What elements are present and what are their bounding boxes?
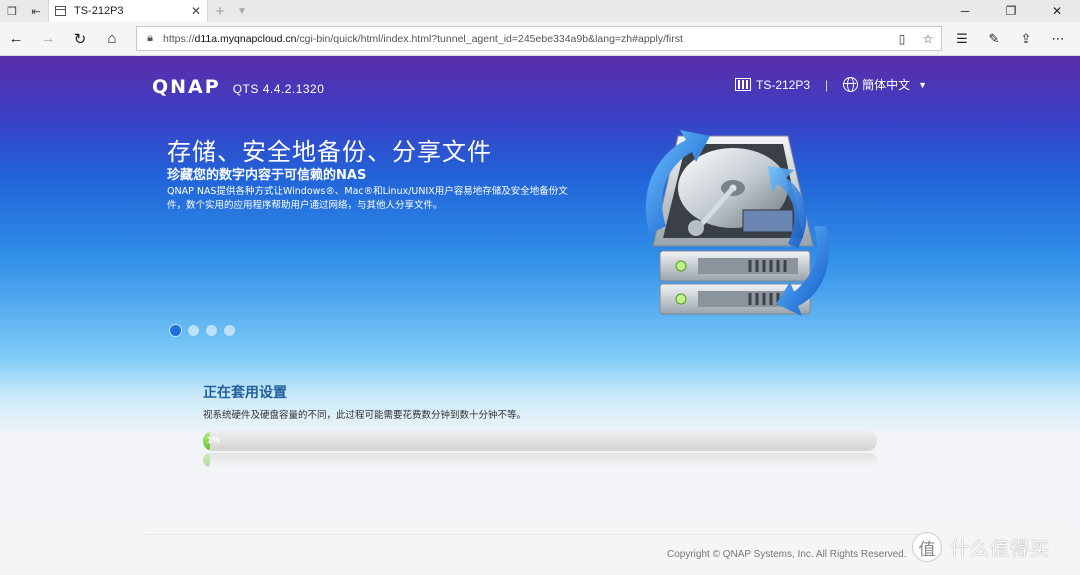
qnap-logo: QNAP: [152, 76, 221, 98]
carousel-dot[interactable]: [188, 325, 199, 336]
header-right: TS-212P3 | 簡体中文 ▼: [735, 76, 927, 93]
arrow-left-icon: ←: [8, 30, 24, 47]
qnap-setup-page: QNAP QTS 4.4.2.1320 TS-212P3 | 簡体中文 ▼ 存储…: [0, 56, 1080, 575]
close-tab-icon[interactable]: ✕: [191, 4, 201, 18]
apply-settings-title: 正在套用设置: [203, 385, 287, 401]
hard-drive-illustration: [645, 130, 830, 316]
browser-toolbar: ☰ ✎ ⇪ ⋯: [946, 26, 1074, 51]
star-icon[interactable]: ☆: [915, 32, 941, 46]
device-name: TS-212P3: [756, 77, 811, 92]
globe-icon[interactable]: [843, 77, 859, 92]
page-icon: [55, 6, 66, 16]
brand: QNAP QTS 4.4.2.1320: [152, 76, 324, 98]
apply-settings-description: 视系统硬件及硬盘容量的不同，此过程可能需要花费数分钟到数十分钟不等。: [203, 410, 527, 421]
url-input[interactable]: 🔒︎ https://d11a.myqnapcloud.cn/cgi-bin/q…: [136, 26, 942, 51]
window-controls: ─ ❐ ✕: [942, 0, 1080, 22]
chevron-down-icon[interactable]: ▼: [232, 0, 252, 22]
carousel-dots: [170, 325, 235, 336]
carousel-dot[interactable]: [206, 325, 217, 336]
progress-fill-reflection: [203, 453, 210, 467]
tab-actions-icon[interactable]: ❐: [0, 0, 24, 22]
lock-icon: 🔒︎: [147, 32, 153, 44]
reading-view-icon[interactable]: ▯: [889, 32, 915, 46]
browser-tab-bar: ❐ ⇤ TS-212P3 ✕ + ▼ ─ ❐ ✕: [0, 0, 1080, 22]
carousel-dot[interactable]: [224, 325, 235, 336]
progress-bar-reflection: [203, 453, 877, 467]
firmware-version: QTS 4.4.2.1320: [232, 82, 325, 96]
browser-tab[interactable]: TS-212P3 ✕: [48, 0, 208, 22]
url-text: https://d11a.myqnapcloud.cn/cgi-bin/quic…: [163, 32, 683, 45]
set-aside-tabs-icon[interactable]: ⇤: [24, 0, 48, 22]
header-separator: |: [825, 77, 829, 92]
arrow-right-icon: →: [40, 30, 56, 47]
home-icon: ⌂: [107, 30, 117, 47]
close-window-icon[interactable]: ✕: [1034, 0, 1080, 22]
progress-bar: 1%: [203, 431, 877, 451]
nas-device-icon: [735, 78, 751, 91]
hero-subheadline: 珍藏您的数字内容于可信赖的NAS: [167, 168, 367, 183]
tab-title: TS-212P3: [74, 5, 124, 17]
pen-icon[interactable]: ✎: [978, 26, 1010, 51]
new-tab-icon[interactable]: +: [208, 0, 232, 22]
favorites-hub-icon[interactable]: ☰: [946, 26, 978, 51]
browser-address-bar: ← → ↻ ⌂ 🔒︎ https://d11a.myqnapcloud.cn/c…: [0, 22, 1080, 56]
watermark: 值 什么值得买: [912, 532, 1050, 562]
refresh-button[interactable]: ↻: [64, 24, 96, 54]
carousel-dot[interactable]: [170, 325, 181, 336]
progress-label: 1%: [207, 435, 221, 445]
watermark-logo: 值: [912, 532, 942, 562]
restore-icon[interactable]: ❐: [988, 0, 1034, 22]
home-button[interactable]: ⌂: [96, 24, 128, 54]
caret-down-icon[interactable]: ▼: [918, 80, 927, 90]
share-icon[interactable]: ⇪: [1010, 26, 1042, 51]
forward-button[interactable]: →: [32, 24, 64, 54]
hero-description: QNAP NAS提供各种方式让Windows®、Mac®和Linux/UNIX用…: [167, 186, 568, 211]
back-button[interactable]: ←: [0, 24, 32, 54]
footer-divider: [145, 534, 935, 535]
refresh-icon: ↻: [73, 30, 87, 48]
minimize-icon[interactable]: ─: [942, 0, 988, 22]
hero-headline: 存储、安全地备份、分享文件: [167, 138, 492, 166]
more-icon[interactable]: ⋯: [1042, 26, 1074, 51]
language-selector[interactable]: 簡体中文: [862, 76, 910, 93]
copyright-text: Copyright © QNAP Systems, Inc. All Right…: [667, 549, 907, 560]
watermark-text: 什么值得买: [950, 537, 1051, 560]
